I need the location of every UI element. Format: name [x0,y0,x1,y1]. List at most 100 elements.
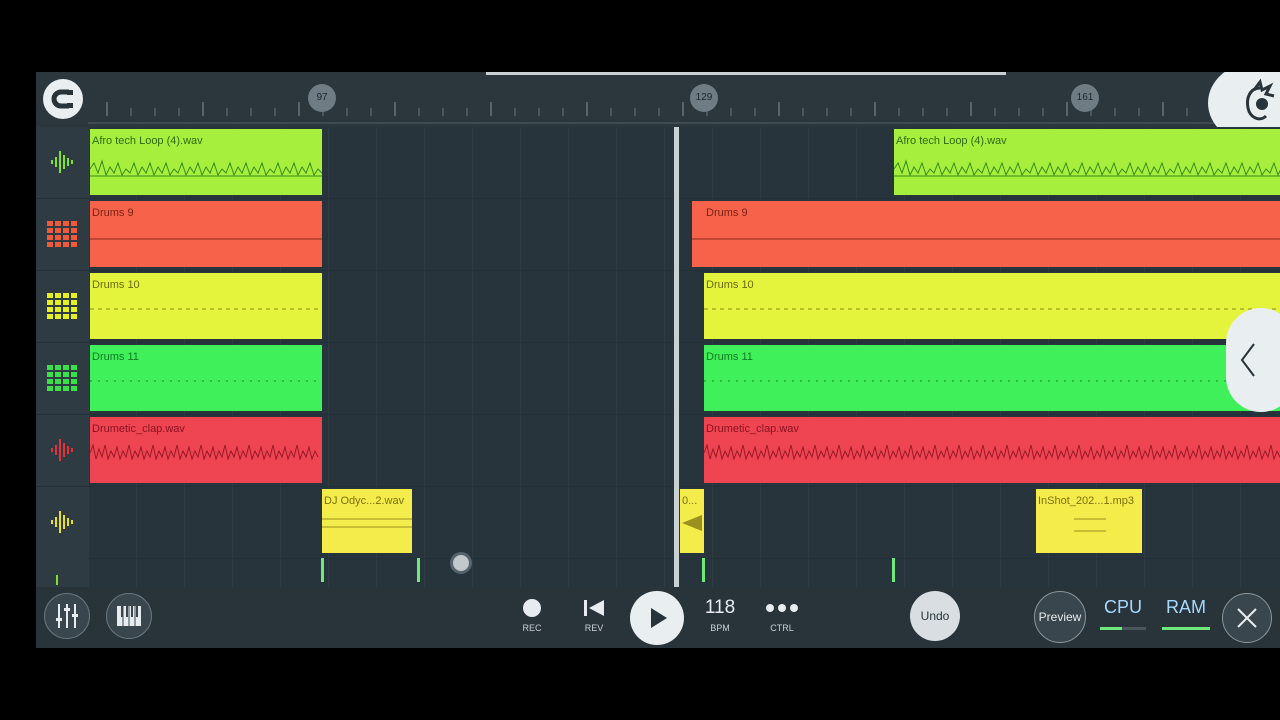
fl-fruit-logo-icon [1246,78,1275,121]
ruler-tick [754,108,756,116]
ruler-tick [466,108,468,116]
tempo-value: 118 [704,597,736,618]
skip-back-icon [584,600,604,616]
audio-waveform-icon [51,439,73,461]
more-dots-icon [766,604,798,612]
clip-label: Drums 10 [706,279,754,291]
clip-pattern-line [704,380,1280,382]
track-header-4[interactable] [36,343,88,413]
drum-pattern-icon [47,221,77,247]
ram-meter[interactable]: RAM [1160,595,1212,639]
tempo-control[interactable]: 118 BPM [698,595,742,639]
ruler-tick [970,102,972,116]
mixer-button[interactable] [44,593,90,639]
audio-clip[interactable]: Afro tech Loop (4).wav [894,129,1280,195]
ruler-tick [370,108,372,116]
drum-pattern-icon [47,365,77,391]
ruler-tick [346,108,348,116]
grid-line [616,127,617,587]
grid-row-line [88,342,1280,343]
snap-magnet-button[interactable] [43,79,83,119]
clip-label: Drumetic_clap.wav [92,423,185,435]
grid-row-line [88,414,1280,415]
record-button[interactable]: REC [520,599,544,637]
pattern-clip[interactable]: Drums 11 [90,345,322,411]
ruler-tick [610,108,612,116]
track-header-6[interactable] [36,487,88,557]
audio-clip[interactable]: 0... [680,489,704,553]
track-header-2[interactable] [36,199,88,269]
audio-clip[interactable]: Drumetic_clap.wav [90,417,322,483]
loop-marker[interactable] [321,558,324,582]
cpu-label: CPU [1103,597,1142,617]
loop-marker[interactable] [892,558,895,582]
ruler-tick [1042,108,1044,116]
audio-clip[interactable]: DJ Odyc...2.wav [322,489,412,553]
clip-label: Afro tech Loop (4).wav [92,135,203,147]
timeline-ruler[interactable]: 97 129 161 [36,72,1280,127]
clip-label: 0... [682,495,698,507]
grid-line [664,127,665,587]
playlist-grid[interactable]: Afro tech Loop (4).wav Afro tech Loop (4… [88,127,1280,587]
side-panel-tab[interactable] [1226,308,1280,412]
audio-clip[interactable]: InShot_202...1.mp3 [1036,489,1142,553]
loop-marker[interactable] [702,558,705,582]
piano-roll-button[interactable] [106,593,152,639]
ruler-tick [1114,108,1116,116]
ruler-tick [1138,108,1140,116]
tempo-label: BPM [710,623,730,633]
pattern-clip[interactable]: Drums 10 [704,273,1280,339]
cpu-meter[interactable]: CPU [1098,595,1148,639]
mixer-icon [56,604,78,628]
rewind-button[interactable]: REV [582,599,606,637]
ctrl-button[interactable]: CTRL [762,601,802,639]
bar-marker[interactable]: 129 [690,84,718,112]
ruler-tick [418,108,420,116]
clip-label: Drums 11 [92,351,139,363]
close-icon [1237,608,1257,628]
pattern-clip[interactable]: Drums 9 [692,201,1280,267]
ruler-tick [106,102,108,116]
track-header-1[interactable] [36,127,88,197]
audio-clip[interactable]: Afro tech Loop (4).wav [90,129,322,195]
ruler-tick [922,108,924,116]
close-button[interactable] [1222,593,1272,643]
ruler-tick [154,108,156,116]
track-header-3[interactable] [36,271,88,341]
fl-studio-mobile-app: 97 129 161 Afro tech Loop (4).wav Afro t… [36,72,1280,648]
pattern-clip[interactable]: Drums 10 [90,273,322,339]
playhead[interactable] [674,127,679,587]
ram-meter-fill [1162,627,1210,630]
ruler-tick [1186,108,1188,116]
clip-label: Drums 9 [706,207,748,219]
bar-marker[interactable]: 161 [1071,84,1099,112]
grid-row-line [88,270,1280,271]
loop-marker[interactable] [417,558,420,582]
undo-button[interactable]: Undo [910,591,960,641]
track-header-7-partial [56,575,58,585]
track-header-5[interactable] [36,415,88,485]
bar-marker[interactable]: 97 [308,84,336,112]
grid-row-line [88,486,1280,487]
ruler-tick [538,108,540,116]
preview-button[interactable]: Preview [1034,591,1086,643]
ruler-tick [586,102,588,116]
ruler-tick [874,102,876,116]
cpu-meter-fill [1100,627,1122,630]
pattern-clip[interactable]: Drums 9 [90,201,322,267]
ruler-baseline [88,122,1280,124]
record-dot-icon [523,599,541,617]
piano-keys-icon [117,606,141,626]
audio-clip[interactable]: Drumetic_clap.wav [704,417,1280,483]
chevron-left-icon [1240,343,1255,377]
ruler-tick [994,108,996,116]
ruler-tick [1162,102,1164,116]
grid-line [472,127,473,587]
clip-label: Drums 9 [92,207,134,219]
grid-row-line [88,558,1280,559]
grid-line [424,127,425,587]
pattern-clip[interactable]: Drums 11 [704,345,1280,411]
play-button[interactable] [630,591,684,645]
scroll-indicator [486,72,1006,75]
ruler-tick [490,102,492,116]
